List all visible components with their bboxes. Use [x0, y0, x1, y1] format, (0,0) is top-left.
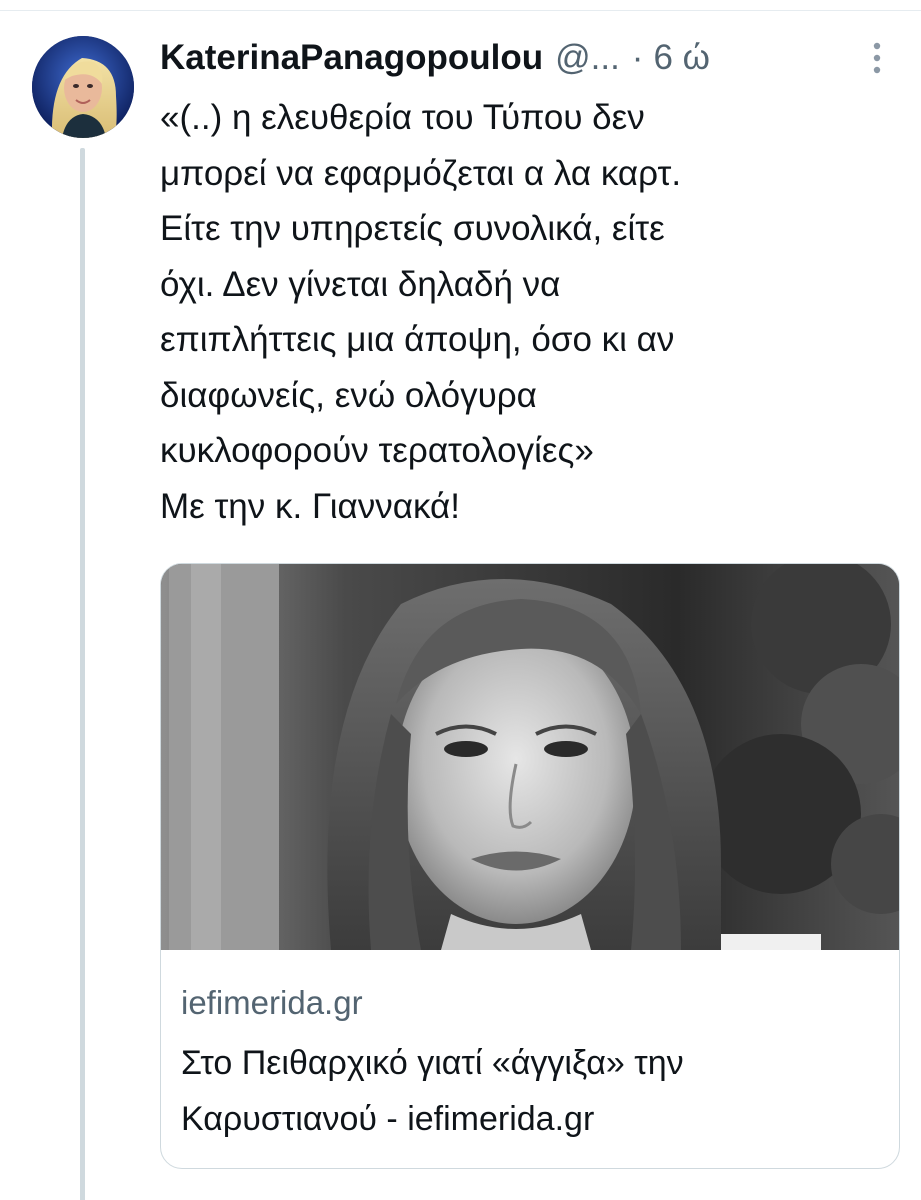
- more-vertical-icon[interactable]: [862, 40, 892, 80]
- card-title-line[interactable]: Στο Πειθαρχικό γιατί «άγγιξα» την: [181, 1036, 684, 1090]
- tweet-text-line: μπορεί να εφαρμόζεται α λα καρτ.: [160, 153, 682, 193]
- user-handle[interactable]: @...: [555, 38, 620, 78]
- separator-dot: ·: [631, 38, 644, 77]
- tweet-text: «(..) η ελευθερία του Τύπου δεν μπορεί ν…: [160, 90, 900, 534]
- top-divider: [0, 0, 921, 11]
- avatar[interactable]: [32, 36, 134, 138]
- tweet-text-line: Είτε την υπηρετείς συνολικά, είτε: [160, 209, 665, 248]
- tweet-header: KaterinaPanagopoulou @... · 6 ώ: [160, 30, 710, 86]
- tweet-screen: KaterinaPanagopoulou @... · 6 ώ «(..) η …: [0, 0, 921, 1200]
- tweet-text-line: Με την κ. Γιαννακά!: [160, 486, 460, 526]
- tweet-text-line: «(..) η ελευθερία του Τύπου δεν: [160, 98, 645, 137]
- tweet-text-line: όχι. Δεν γίνεται δηλαδή να: [160, 264, 561, 304]
- timestamp[interactable]: 6 ώ: [653, 38, 710, 78]
- tweet-text-line: κυκλοφορούν τερατολογίες»: [160, 431, 594, 470]
- thread-line: [80, 148, 85, 1200]
- display-name[interactable]: KaterinaPanagopoulou: [160, 38, 543, 78]
- card-image[interactable]: [161, 564, 899, 950]
- card-title-line[interactable]: Καρυστιανού - iefimerida.gr: [181, 1092, 594, 1146]
- tweet-text-line: διαφωνείς, ενώ ολόγυρα: [160, 375, 537, 415]
- avatar-image: [32, 36, 134, 138]
- card-domain[interactable]: iefimerida.gr: [181, 984, 363, 1022]
- tweet-text-line: επιπλήττεις μια άποψη, όσο κι αν: [160, 320, 675, 359]
